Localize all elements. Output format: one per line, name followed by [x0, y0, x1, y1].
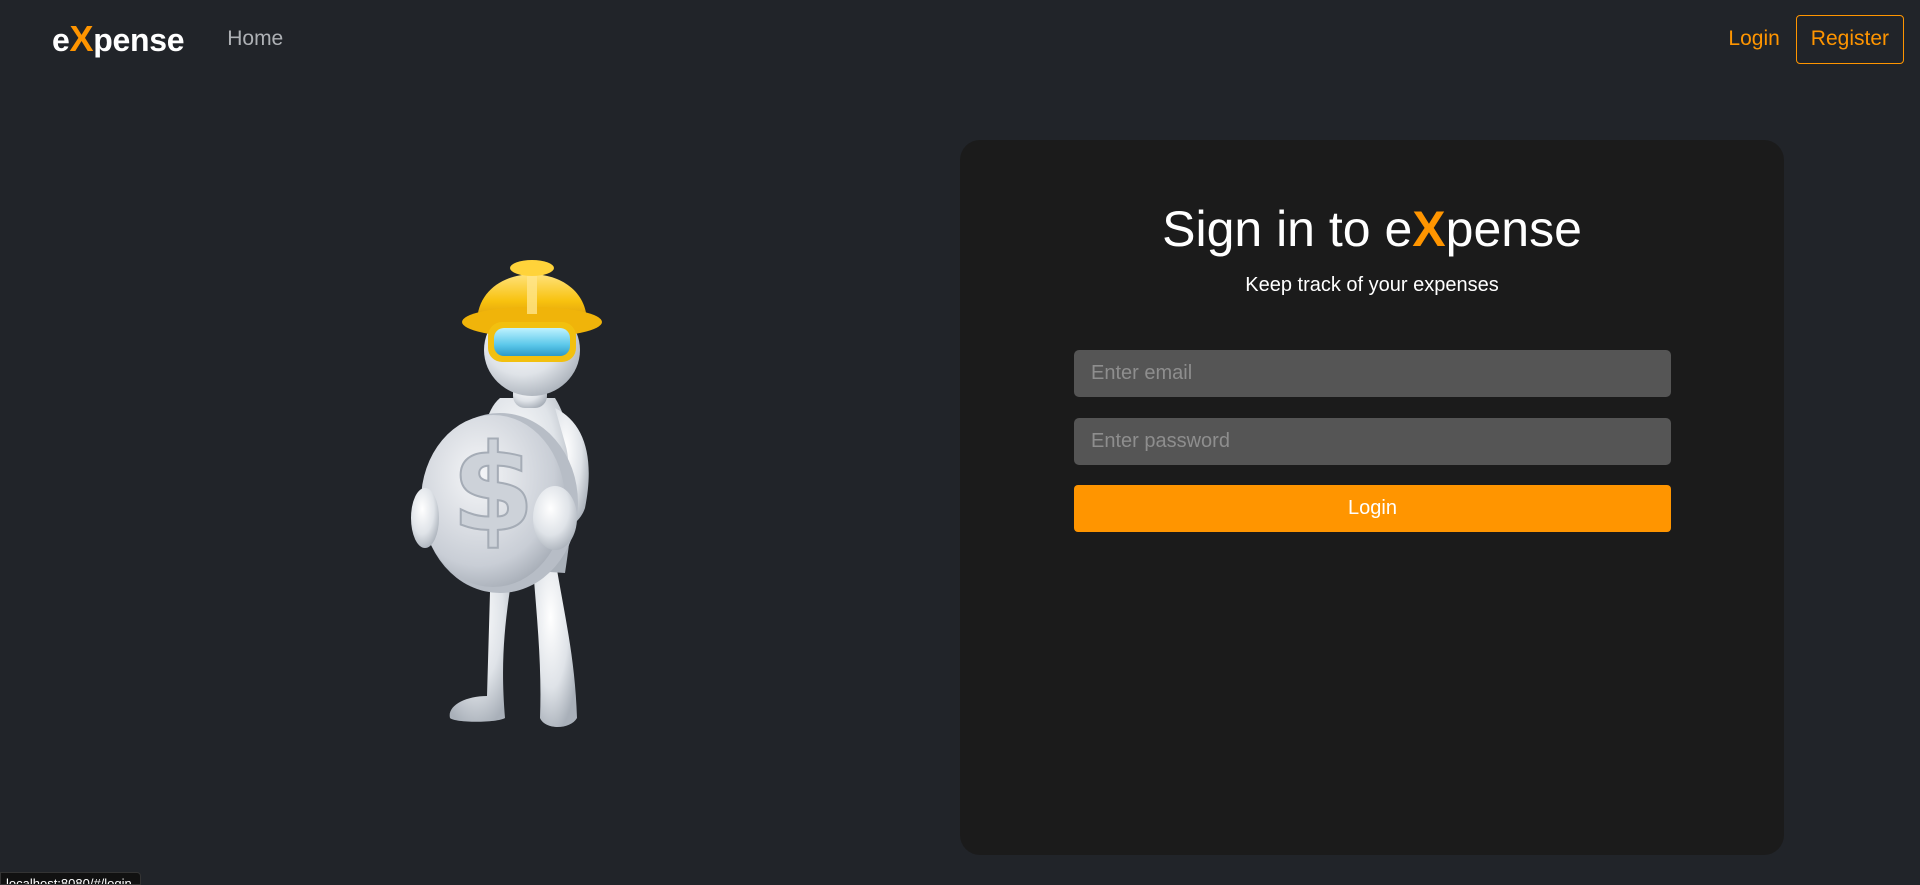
- nav-home-link[interactable]: Home: [227, 27, 283, 51]
- brand-prefix: e: [52, 22, 70, 58]
- worker-with-dollar-coin-illustration: $: [411, 260, 602, 727]
- signin-title: Sign in to eXpense: [960, 200, 1784, 258]
- login-button[interactable]: Login: [1074, 485, 1671, 532]
- title-suffix: pense: [1445, 201, 1582, 257]
- brand-suffix: pense: [93, 22, 185, 58]
- signin-subtitle: Keep track of your expenses: [1245, 274, 1499, 296]
- svg-text:$: $: [451, 420, 535, 559]
- nav-right: Login Register: [1728, 14, 1904, 64]
- navbar: eXpense Home Login Register: [0, 0, 1920, 78]
- password-field[interactable]: [1074, 418, 1671, 465]
- title-prefix: Sign in to e: [1162, 201, 1413, 257]
- nav-register-button[interactable]: Register: [1795, 14, 1904, 64]
- brand-x: X: [69, 18, 94, 59]
- email-field[interactable]: [1074, 350, 1671, 397]
- status-bar-url: localhost:8080/#/login: [0, 872, 141, 885]
- nav-left: eXpense Home: [52, 18, 283, 60]
- brand-logo[interactable]: eXpense: [52, 18, 185, 60]
- nav-login-link[interactable]: Login: [1728, 27, 1779, 51]
- title-x: X: [1412, 201, 1446, 257]
